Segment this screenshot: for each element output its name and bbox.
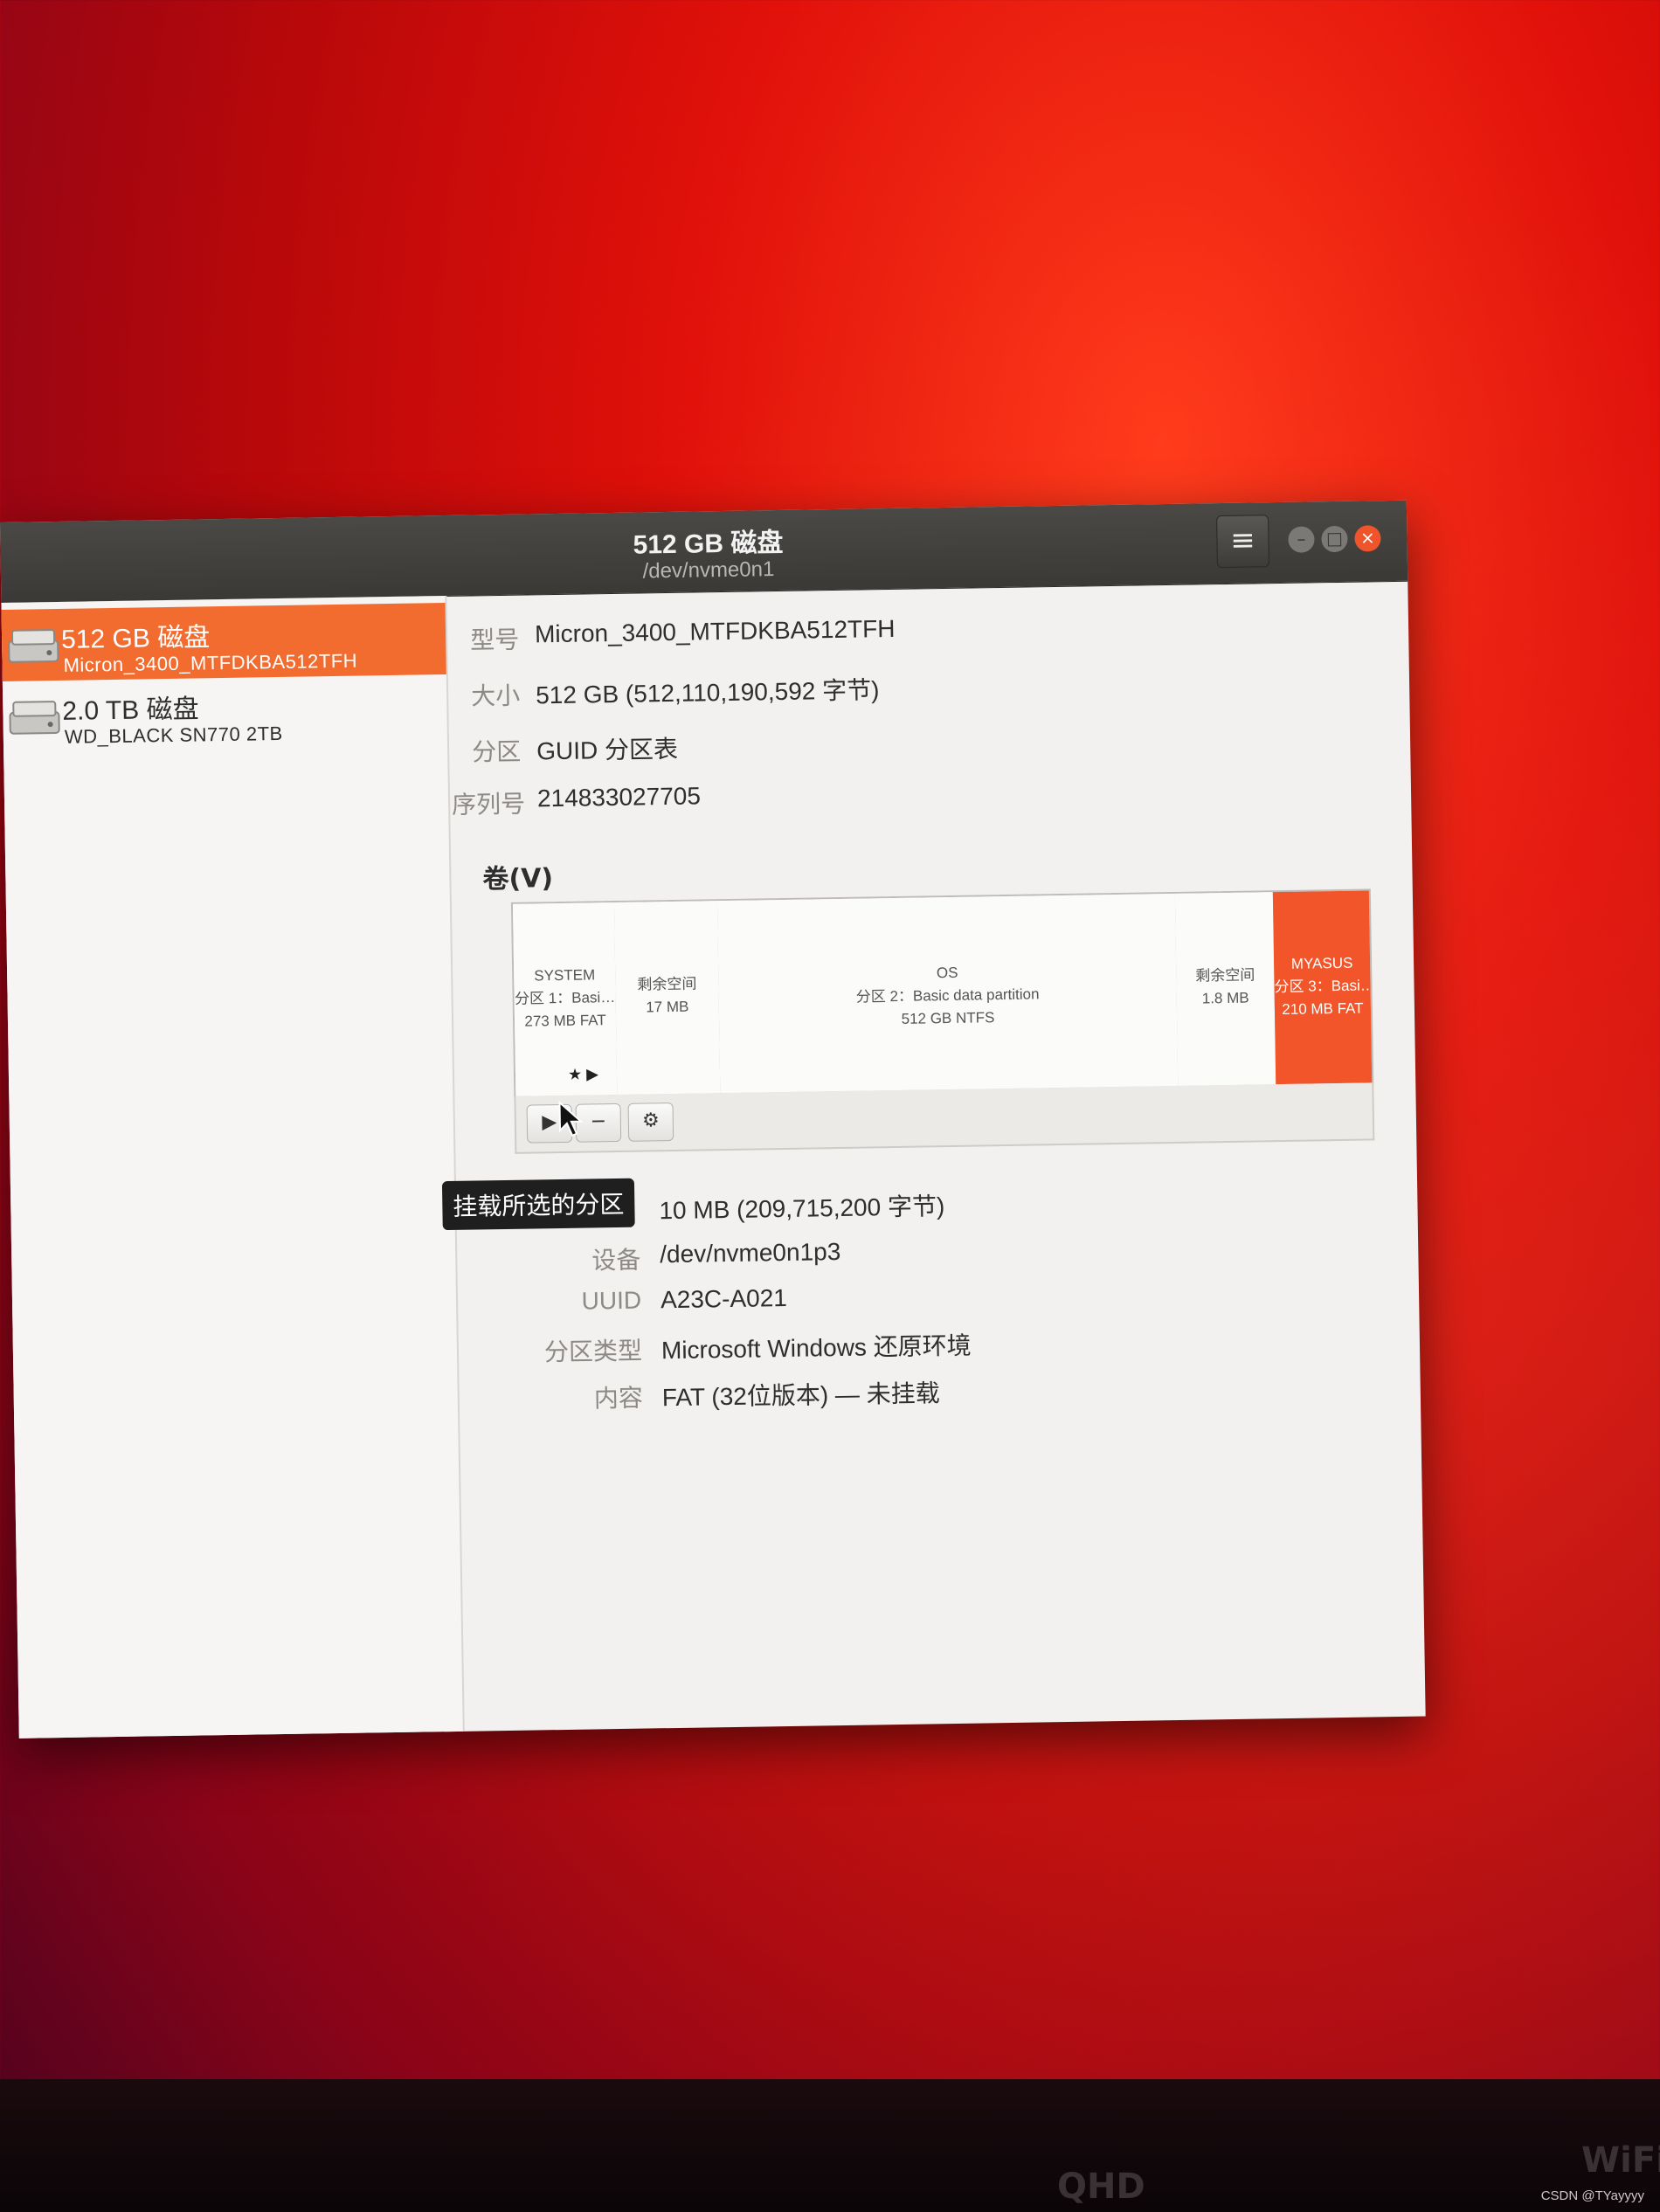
- gears-icon: ⚙: [641, 1109, 660, 1132]
- segment-label: 分区 1：Basi…: [514, 989, 616, 1007]
- star-icon: ★ ▶: [567, 1065, 599, 1083]
- minimize-button[interactable]: –: [1288, 526, 1315, 553]
- volume-segment-free-2[interactable]: 剩余空间 1.8 MB: [1174, 892, 1277, 1086]
- volume-segment-system[interactable]: SYSTEM 分区 1：Basi… 273 MB FAT ★ ▶: [512, 902, 619, 1096]
- minus-icon: −: [590, 1110, 607, 1133]
- volume-segment-os[interactable]: OS 分区 2：Basic data partition 512 GB NTFS: [716, 893, 1179, 1094]
- segment-label: MYASUS: [1290, 954, 1353, 972]
- size-label: 大小: [470, 681, 521, 710]
- segment-label: 17 MB: [646, 998, 689, 1016]
- disks-window: 512 GB 磁盘 /dev/nvme0n1 ≡ – □ × 512 GB 磁盘…: [0, 500, 1426, 1738]
- drive-name: 2.0 TB 磁盘: [62, 695, 199, 726]
- disk-details-panel: 型号 Micron_3400_MTFDKBA512TFH 大小 512 GB (…: [441, 581, 1425, 1732]
- window-subtitle: /dev/nvme0n1: [642, 557, 775, 584]
- segment-label: 1.8 MB: [1201, 989, 1249, 1007]
- partitioning-value: GUID 分区表: [536, 735, 679, 765]
- volumes-heading: 卷(V): [482, 863, 554, 895]
- segment-label: 分区 3：Basi…: [1274, 977, 1371, 996]
- device-label: 设备: [591, 1246, 641, 1275]
- partition-settings-button[interactable]: ⚙: [627, 1102, 674, 1142]
- segment-label: SYSTEM: [534, 966, 596, 985]
- hard-drive-icon: [9, 701, 60, 735]
- segment-label: 210 MB FAT: [1282, 999, 1364, 1019]
- volume-toolbar: ▶ − ⚙: [514, 1082, 1375, 1154]
- content-label: 内容: [593, 1384, 644, 1413]
- close-button[interactable]: ×: [1354, 525, 1381, 552]
- partition-size-value: 10 MB (209,715,200 字节): [659, 1192, 945, 1225]
- hard-drive-icon: [8, 629, 59, 663]
- volume-segment-free-1[interactable]: 剩余空间 17 MB: [613, 901, 722, 1095]
- monitor-bezel: QHD WiFi: [0, 2079, 1660, 2212]
- uuid-value: A23C-A021: [660, 1283, 788, 1314]
- partitioning-label: 分区: [471, 737, 522, 766]
- hamburger-menu-icon[interactable]: ≡: [1216, 515, 1269, 569]
- drive-list-sidebar: 512 GB 磁盘 Micron_3400_MTFDKBA512TFH 2.0 …: [1, 595, 465, 1738]
- partition-type-value: Microsoft Windows 还原环境: [661, 1331, 972, 1365]
- drive-model: Micron_3400_MTFDKBA512TFH: [63, 649, 358, 676]
- segment-label: 273 MB FAT: [524, 1012, 606, 1030]
- serial-value: 214833027705: [536, 782, 702, 812]
- serial-label: 序列号: [451, 790, 526, 819]
- uuid-label: UUID: [581, 1286, 642, 1315]
- play-icon: ▶: [542, 1111, 557, 1134]
- maximize-button[interactable]: □: [1321, 525, 1348, 553]
- partition-type-label: 分区类型: [543, 1337, 643, 1366]
- drive-item-512gb[interactable]: 512 GB 磁盘 Micron_3400_MTFDKBA512TFH: [1, 603, 446, 681]
- drive-name: 512 GB 磁盘: [60, 623, 211, 654]
- qhd-label: QHD: [1057, 2167, 1145, 2207]
- drive-item-2tb[interactable]: 2.0 TB 磁盘 WD_BLACK SN770 2TB: [3, 674, 447, 753]
- model-value: Micron_3400_MTFDKBA512TFH: [534, 614, 896, 648]
- volume-map: SYSTEM 分区 1：Basi… 273 MB FAT ★ ▶ 剩余空间 17…: [510, 888, 1374, 1098]
- device-value: /dev/nvme0n1p3: [660, 1237, 841, 1268]
- model-label: 型号: [469, 626, 520, 654]
- mouse-cursor-icon: [558, 1100, 584, 1137]
- size-value: 512 GB (512,110,190,592 字节): [535, 676, 880, 709]
- volume-segment-myasus[interactable]: MYASUS 分区 3：Basi… 210 MB FAT: [1272, 890, 1373, 1085]
- watermark: CSDN @TYayyyy: [1540, 2188, 1644, 2203]
- content-value: FAT (32位版本) — 未挂载: [661, 1379, 940, 1412]
- mount-tooltip: 挂载所选的分区: [441, 1178, 635, 1231]
- drive-model: WD_BLACK SN770 2TB: [64, 722, 283, 748]
- window-title: 512 GB 磁盘: [633, 528, 784, 560]
- segment-label: 剩余空间: [1195, 966, 1255, 985]
- wifi-label: WiFi: [1581, 2140, 1660, 2181]
- segment-label: 剩余空间: [637, 975, 697, 993]
